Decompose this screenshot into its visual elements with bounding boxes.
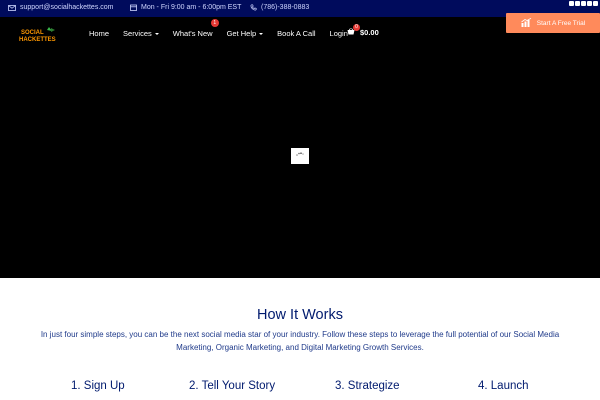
cart-count-badge: 0 (353, 24, 360, 31)
section-title: How It Works (257, 307, 343, 323)
step-sign-up: 1. Sign Up (71, 380, 125, 392)
nav-home[interactable]: Home (89, 29, 109, 38)
cart-total: $0.00 (360, 28, 379, 37)
logo-word-2: HACKETTES (19, 37, 56, 43)
primary-nav: Home Services What's New 1 Get Help Book… (89, 17, 362, 50)
nav-services[interactable]: Services (123, 29, 159, 38)
hero-video-area (0, 50, 600, 278)
email-contact[interactable]: support@socialhackettes.com (8, 4, 113, 11)
facebook-icon[interactable] (587, 0, 592, 6)
step-tell-your-story: 2. Tell Your Story (189, 380, 276, 392)
nav-get-help[interactable]: Get Help (227, 29, 264, 38)
nav-book-call-label: Book A Call (277, 29, 316, 38)
phone-icon (250, 4, 257, 11)
spinner-icon (296, 152, 304, 156)
whats-new-badge: 1 (210, 19, 219, 27)
phone-contact[interactable]: (786)-388-0883 (250, 4, 309, 11)
step-launch: 4. Launch (478, 380, 529, 392)
chevron-down-icon (259, 32, 264, 35)
calendar-icon (130, 4, 137, 11)
cta-label: Start A Free Trial (536, 19, 586, 27)
nav-whats-new-label: What's New (172, 29, 213, 38)
nav-services-label: Services (123, 29, 152, 38)
steps-row: 1. Sign Up 2. Tell Your Story 3. Strateg… (0, 380, 600, 398)
nav-get-help-label: Get Help (226, 29, 257, 38)
logo-word-1: SOCIAL (21, 30, 44, 36)
hours-text: Mon - Fri 9:00 am - 6:00pm EST (141, 4, 242, 11)
section-description: In just four simple steps, you can be th… (40, 330, 560, 352)
nav-login[interactable]: Login (330, 29, 348, 38)
phone-text: (786)-388-0883 (261, 4, 310, 11)
site-logo[interactable]: SOCIAL HACKETTES (18, 26, 58, 44)
chevron-down-icon (154, 32, 159, 35)
social-links (569, 0, 598, 6)
growth-chart-icon (521, 17, 532, 29)
nav-book-call[interactable]: Book A Call (277, 29, 315, 38)
envelope-icon (8, 4, 16, 11)
instagram-icon[interactable] (593, 0, 598, 6)
vimeo-icon[interactable] (575, 0, 580, 6)
nav-whats-new[interactable]: What's New 1 (172, 19, 219, 38)
youtube-icon[interactable] (569, 0, 574, 6)
cart-button[interactable]: 0 $0.00 (347, 24, 379, 37)
how-it-works-section: How It Works In just four simple steps, … (0, 278, 600, 400)
nav-home-label: Home (89, 29, 110, 38)
email-text: support@socialhackettes.com (20, 4, 114, 11)
nav-login-label: Login (329, 29, 348, 38)
step-strategize: 3. Strategize (335, 380, 400, 392)
business-hours: Mon - Fri 9:00 am - 6:00pm EST (130, 4, 241, 11)
linkedin-icon[interactable] (581, 0, 586, 6)
loading-spinner (291, 148, 309, 164)
start-free-trial-button[interactable]: Start A Free Trial (506, 13, 600, 33)
